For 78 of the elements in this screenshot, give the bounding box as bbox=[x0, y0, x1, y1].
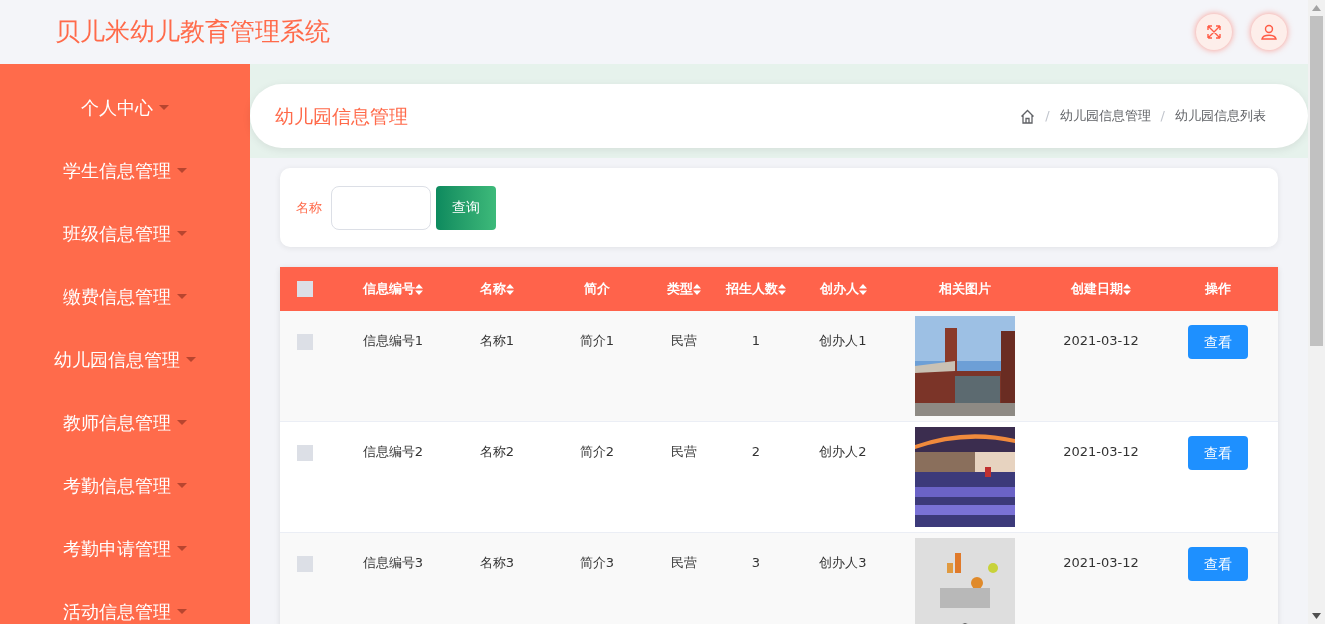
caret-icon bbox=[177, 294, 187, 299]
sidebar-item[interactable]: 考勤信息管理 bbox=[63, 472, 171, 499]
caret-icon bbox=[177, 231, 187, 236]
caret-icon bbox=[159, 105, 169, 110]
sortable-column-header[interactable]: 信息编号 bbox=[363, 279, 415, 299]
column-header: 简介 bbox=[584, 280, 610, 299]
sort-icon[interactable] bbox=[778, 283, 786, 295]
column-header: 相关图片 bbox=[939, 280, 991, 299]
caret-icon bbox=[177, 546, 187, 551]
sort-icon[interactable] bbox=[693, 283, 701, 295]
select-all-checkbox[interactable] bbox=[297, 281, 313, 297]
table-cell-text: 信息编号3 bbox=[362, 554, 424, 572]
row-checkbox[interactable] bbox=[297, 334, 313, 350]
scroll-down-icon[interactable] bbox=[1312, 613, 1321, 619]
table-cell-text: 2021-03-12 bbox=[1063, 443, 1139, 461]
scroll-up-icon[interactable] bbox=[1312, 5, 1321, 11]
table-cell-text: 2021-03-12 bbox=[1063, 332, 1139, 350]
table-cell-text: 名称2 bbox=[479, 443, 515, 461]
caret-icon bbox=[177, 483, 187, 488]
caret-icon bbox=[177, 609, 187, 614]
view-button[interactable]: 查看 bbox=[1188, 325, 1248, 359]
table-cell-text: 名称3 bbox=[479, 554, 515, 572]
caret-icon bbox=[186, 357, 196, 362]
row-checkbox[interactable] bbox=[297, 556, 313, 572]
query-button[interactable]: 查询 bbox=[436, 185, 496, 230]
table-cell-text: 简介1 bbox=[579, 332, 615, 350]
sortable-column-header[interactable]: 创建日期 bbox=[1071, 279, 1123, 299]
table-cell-text: 民营 bbox=[671, 443, 697, 461]
table-cell-text: 2021-03-12 bbox=[1063, 554, 1139, 572]
column-header: 操作 bbox=[1205, 280, 1231, 299]
sortable-column-header[interactable]: 创办人 bbox=[819, 279, 859, 299]
sidebar-item[interactable]: 教师信息管理 bbox=[63, 409, 171, 436]
sidebar-item[interactable]: 幼儿园信息管理 bbox=[54, 346, 180, 373]
sidebar-item[interactable]: 学生信息管理 bbox=[63, 157, 171, 184]
scrollbar-thumb[interactable] bbox=[1310, 16, 1323, 346]
name-search-field[interactable] bbox=[331, 185, 431, 230]
sort-icon[interactable] bbox=[415, 283, 423, 295]
breadcrumb-separator: / bbox=[1045, 107, 1050, 126]
sortable-column-header[interactable]: 类型 bbox=[667, 279, 693, 299]
table-cell-text: 名称1 bbox=[479, 332, 515, 350]
home-icon[interactable] bbox=[1020, 108, 1036, 124]
table-cell-text: 创办人2 bbox=[819, 443, 867, 461]
table-cell-text: 信息编号1 bbox=[362, 332, 424, 350]
sidebar-item[interactable]: 考勤申请管理 bbox=[63, 535, 171, 562]
table-cell-text: 1 bbox=[751, 332, 761, 350]
sort-icon[interactable] bbox=[858, 283, 867, 295]
table-cell-text: 民营 bbox=[671, 332, 697, 350]
caret-icon bbox=[177, 420, 187, 425]
sidebar-item[interactable]: 活动信息管理 bbox=[63, 598, 171, 624]
table-cell-text: 3 bbox=[751, 554, 761, 572]
caret-icon bbox=[177, 168, 187, 173]
view-button[interactable]: 查看 bbox=[1188, 436, 1248, 470]
row-checkbox[interactable] bbox=[297, 445, 313, 461]
sidebar-item[interactable]: 班级信息管理 bbox=[63, 220, 171, 247]
table-cell-text: 简介2 bbox=[579, 443, 615, 461]
breadcrumb-separator: / bbox=[1160, 107, 1165, 126]
sidebar-item[interactable]: 个人中心 bbox=[81, 94, 153, 121]
sort-icon[interactable] bbox=[1123, 283, 1131, 295]
user-button[interactable] bbox=[1251, 14, 1287, 50]
scrollbar[interactable] bbox=[1308, 0, 1325, 624]
sidebar-item[interactable]: 缴费信息管理 bbox=[63, 283, 171, 310]
table-cell-text: 信息编号2 bbox=[362, 443, 424, 461]
sortable-column-header[interactable]: 招生人数 bbox=[726, 279, 778, 299]
page-title: 幼儿园信息管理 bbox=[275, 103, 408, 129]
sortable-column-header[interactable]: 名称 bbox=[480, 279, 506, 299]
breadcrumb-link[interactable]: 幼儿园信息管理 bbox=[1059, 106, 1151, 126]
search-label: 名称 bbox=[296, 198, 322, 217]
table-cell-text: 2 bbox=[751, 443, 761, 461]
sort-icon[interactable] bbox=[506, 283, 514, 295]
fullscreen-icon bbox=[1205, 23, 1223, 41]
table-cell-text: 创办人1 bbox=[819, 332, 867, 350]
table-cell-text: 简介3 bbox=[579, 554, 615, 572]
app-title: 贝儿米幼儿教育管理系统 bbox=[55, 16, 330, 49]
fullscreen-button[interactable] bbox=[1196, 14, 1232, 50]
table-cell-text: 创办人3 bbox=[819, 554, 867, 572]
view-button[interactable]: 查看 bbox=[1188, 547, 1248, 581]
table-cell-text: 民营 bbox=[671, 554, 697, 572]
user-icon bbox=[1260, 23, 1278, 41]
